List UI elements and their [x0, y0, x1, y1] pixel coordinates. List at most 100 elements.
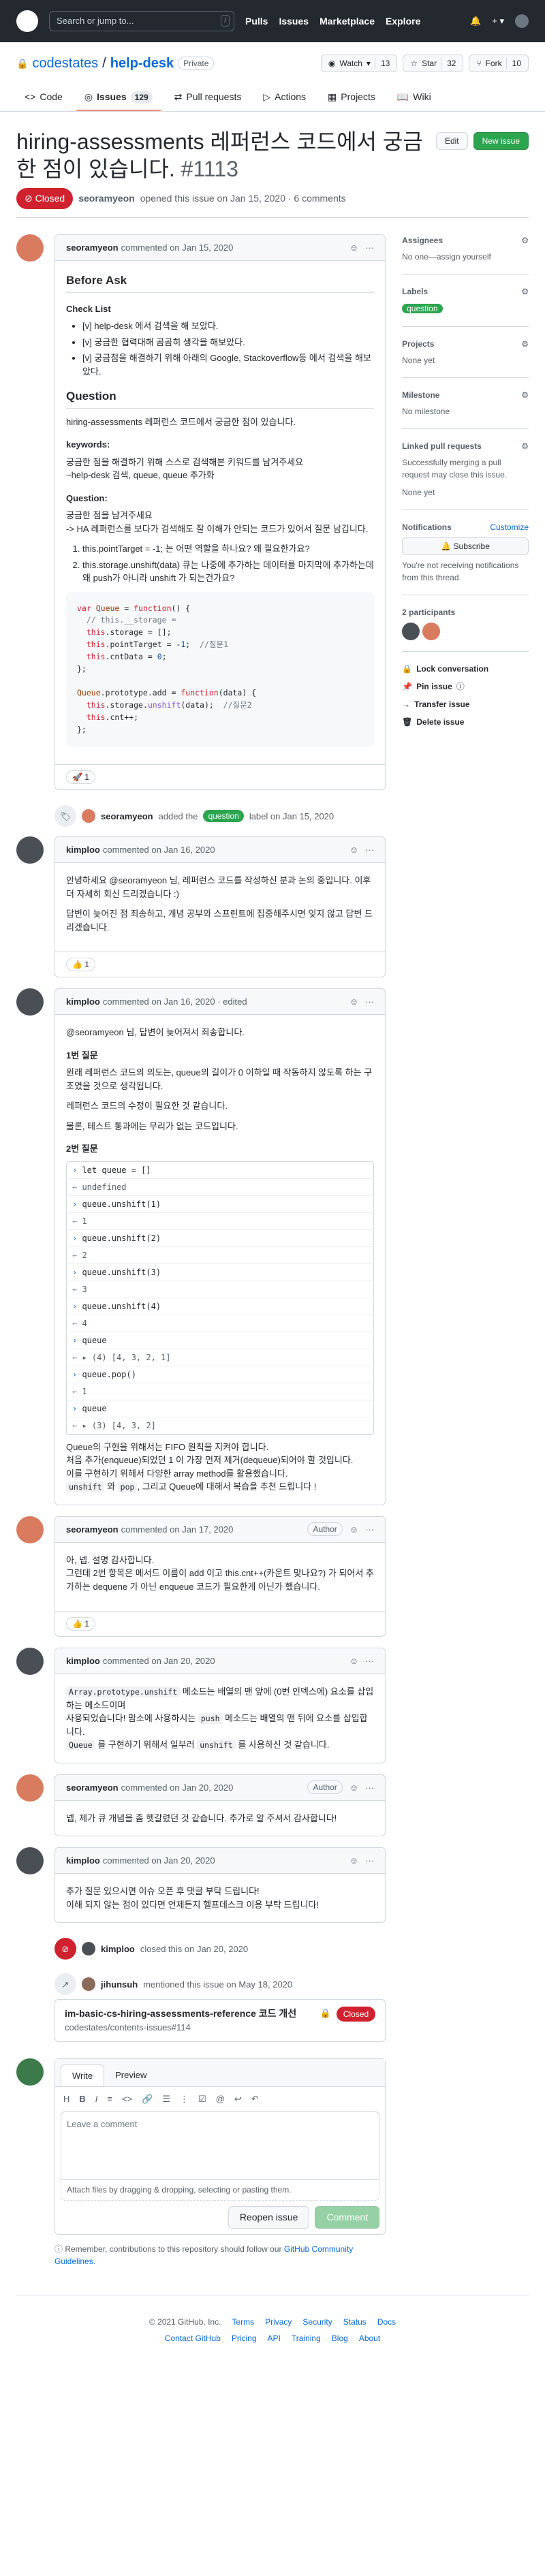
subscribe-button[interactable]: 🔔 Subscribe [402, 537, 529, 555]
avatar-jihunsuh-small[interactable] [82, 1977, 95, 1992]
comment-author[interactable]: seoramyeon [66, 241, 119, 255]
footer-link-api[interactable]: API [268, 2332, 281, 2344]
gear-icon[interactable]: ⚙ [521, 285, 529, 298]
user-avatar[interactable] [515, 14, 529, 28]
footer-link-pricing[interactable]: Pricing [232, 2332, 257, 2344]
tab-wiki[interactable]: 📖 Wiki [389, 84, 439, 111]
kebab-menu-icon[interactable]: ··· [365, 1654, 374, 1668]
comment-button[interactable]: Comment [315, 2205, 380, 2229]
fork-button[interactable]: ⑂ Fork 10 [469, 54, 529, 72]
task-list-icon[interactable]: ☑ [198, 2092, 206, 2106]
tab-code[interactable]: <> Code [16, 84, 71, 111]
gear-icon[interactable]: ⚙ [521, 234, 529, 247]
github-logo-icon[interactable] [16, 10, 38, 32]
nav-explore[interactable]: Explore [386, 14, 420, 29]
notifications-bell-icon[interactable]: 🔔 [470, 14, 481, 28]
participant-avatar-seoramyeon[interactable] [422, 622, 441, 640]
tab-write[interactable]: Write [61, 2064, 105, 2087]
footer-link-training[interactable]: Training [292, 2332, 321, 2344]
comment-author[interactable]: kimploo [66, 1654, 100, 1668]
kebab-menu-icon[interactable]: ··· [365, 843, 374, 857]
quote-icon[interactable]: ≡ [107, 2092, 112, 2106]
gear-icon[interactable]: ⚙ [521, 440, 529, 452]
lock-conversation-button[interactable]: 🔒 Lock conversation [402, 660, 529, 678]
comment-author[interactable]: kimploo [66, 1854, 100, 1868]
tab-projects[interactable]: ▦ Projects [320, 84, 384, 111]
italic-icon[interactable]: I [95, 2092, 98, 2106]
tab-pull-requests[interactable]: ⇄ Pull requests [166, 84, 250, 111]
footer-link-docs[interactable]: Docs [377, 2316, 396, 2328]
add-reaction-icon[interactable]: ☺ [349, 1654, 358, 1668]
ordered-list-icon[interactable]: ⋮ [180, 2092, 189, 2106]
kebab-menu-icon[interactable]: ··· [365, 1523, 374, 1537]
label-question[interactable]: question [402, 304, 443, 313]
avatar-seoramyeon[interactable] [16, 1774, 44, 1802]
bold-icon[interactable]: B [79, 2092, 85, 2106]
link-icon[interactable]: 🔗 [142, 2092, 153, 2106]
customize-notifications-link[interactable]: Customize [490, 521, 529, 533]
add-reaction-icon[interactable]: ☺ [349, 843, 358, 857]
label-question[interactable]: question [203, 810, 244, 823]
avatar-seoramyeon[interactable] [16, 1515, 44, 1543]
reaction-rocket[interactable]: 🚀 1 [66, 770, 95, 785]
saved-reply-icon[interactable]: ↶ [251, 2092, 259, 2106]
tab-issues[interactable]: ◎ Issues 129 [76, 84, 161, 111]
comment-author[interactable]: kimploo [66, 843, 100, 857]
unordered-list-icon[interactable]: ☰ [162, 2092, 170, 2106]
avatar-kimploo-small[interactable] [82, 1942, 95, 1956]
gear-icon[interactable]: ⚙ [521, 389, 529, 401]
reopen-issue-button[interactable]: Reopen issue [228, 2205, 310, 2229]
avatar-seoramyeon-small[interactable] [82, 809, 95, 823]
footer-link-security[interactable]: Security [302, 2316, 332, 2328]
add-reaction-icon[interactable]: ☺ [349, 1854, 358, 1868]
add-reaction-icon[interactable]: ☺ [349, 241, 358, 255]
nav-pulls[interactable]: Pulls [245, 14, 268, 29]
reaction-thumbsup[interactable]: 👍 1 [66, 958, 95, 972]
comment-author[interactable]: seoramyeon [66, 1781, 119, 1795]
edit-title-button[interactable]: Edit [435, 132, 468, 150]
add-reaction-icon[interactable]: ☺ [349, 1781, 358, 1795]
kebab-menu-icon[interactable]: ··· [365, 1781, 374, 1795]
nav-issues[interactable]: Issues [279, 14, 309, 29]
add-reaction-icon[interactable]: ☺ [349, 995, 358, 1009]
kebab-menu-icon[interactable]: ··· [365, 1854, 374, 1868]
kebab-menu-icon[interactable]: ··· [365, 241, 374, 255]
star-button[interactable]: ☆ Star 32 [403, 54, 464, 72]
new-issue-button[interactable]: New issue [473, 132, 529, 150]
comment-author[interactable]: kimploo [66, 995, 100, 1009]
delete-issue-button[interactable]: 🗑 Delete issue [402, 713, 529, 731]
mention-icon[interactable]: @ [216, 2092, 225, 2106]
footer-link-status[interactable]: Status [343, 2316, 367, 2328]
footer-link-privacy[interactable]: Privacy [265, 2316, 292, 2328]
footer-link-contact[interactable]: Contact GitHub [165, 2332, 221, 2344]
avatar-kimploo[interactable] [16, 836, 44, 864]
reaction-thumbsup[interactable]: 👍 1 [66, 1617, 95, 1631]
comment-author[interactable]: seoramyeon [66, 1523, 119, 1537]
footer-link-blog[interactable]: Blog [332, 2332, 348, 2344]
repo-name-link[interactable]: help-desk [110, 53, 174, 74]
issue-author-link[interactable]: seoramyeon [78, 191, 134, 206]
avatar-kimploo[interactable] [16, 988, 44, 1016]
watch-button[interactable]: ◉ Watch ▾ 13 [320, 54, 398, 72]
footer-link-about[interactable]: About [359, 2332, 380, 2344]
avatar-kimploo[interactable] [16, 1648, 44, 1676]
transfer-issue-button[interactable]: → Transfer issue [402, 695, 529, 713]
create-new-plus-icon[interactable]: + ▾ [492, 14, 504, 28]
heading-icon[interactable]: H [63, 2092, 69, 2106]
code-icon[interactable]: <> [122, 2092, 132, 2106]
footer-link-terms[interactable]: Terms [232, 2316, 254, 2328]
kebab-menu-icon[interactable]: ··· [365, 995, 374, 1009]
avatar-seoramyeon[interactable] [16, 234, 44, 262]
nav-marketplace[interactable]: Marketplace [320, 14, 375, 29]
tab-actions[interactable]: ▷ Actions [255, 84, 314, 111]
search-input[interactable]: Search or jump to... / [49, 11, 234, 31]
comment-textarea[interactable]: Leave a comment [61, 2111, 380, 2180]
pin-issue-button[interactable]: 📌 Pin issue ⓘ [402, 678, 529, 695]
avatar-current-user[interactable] [16, 2058, 44, 2086]
participant-avatar-kimploo[interactable] [402, 622, 420, 640]
avatar-kimploo[interactable] [16, 1847, 44, 1875]
cross-reference-icon[interactable]: ↩ [234, 2092, 242, 2106]
tab-preview[interactable]: Preview [104, 2064, 157, 2087]
cross-reference-card[interactable]: im-basic-cs-hiring-assessments-reference… [54, 1999, 386, 2042]
add-reaction-icon[interactable]: ☺ [349, 1523, 358, 1537]
